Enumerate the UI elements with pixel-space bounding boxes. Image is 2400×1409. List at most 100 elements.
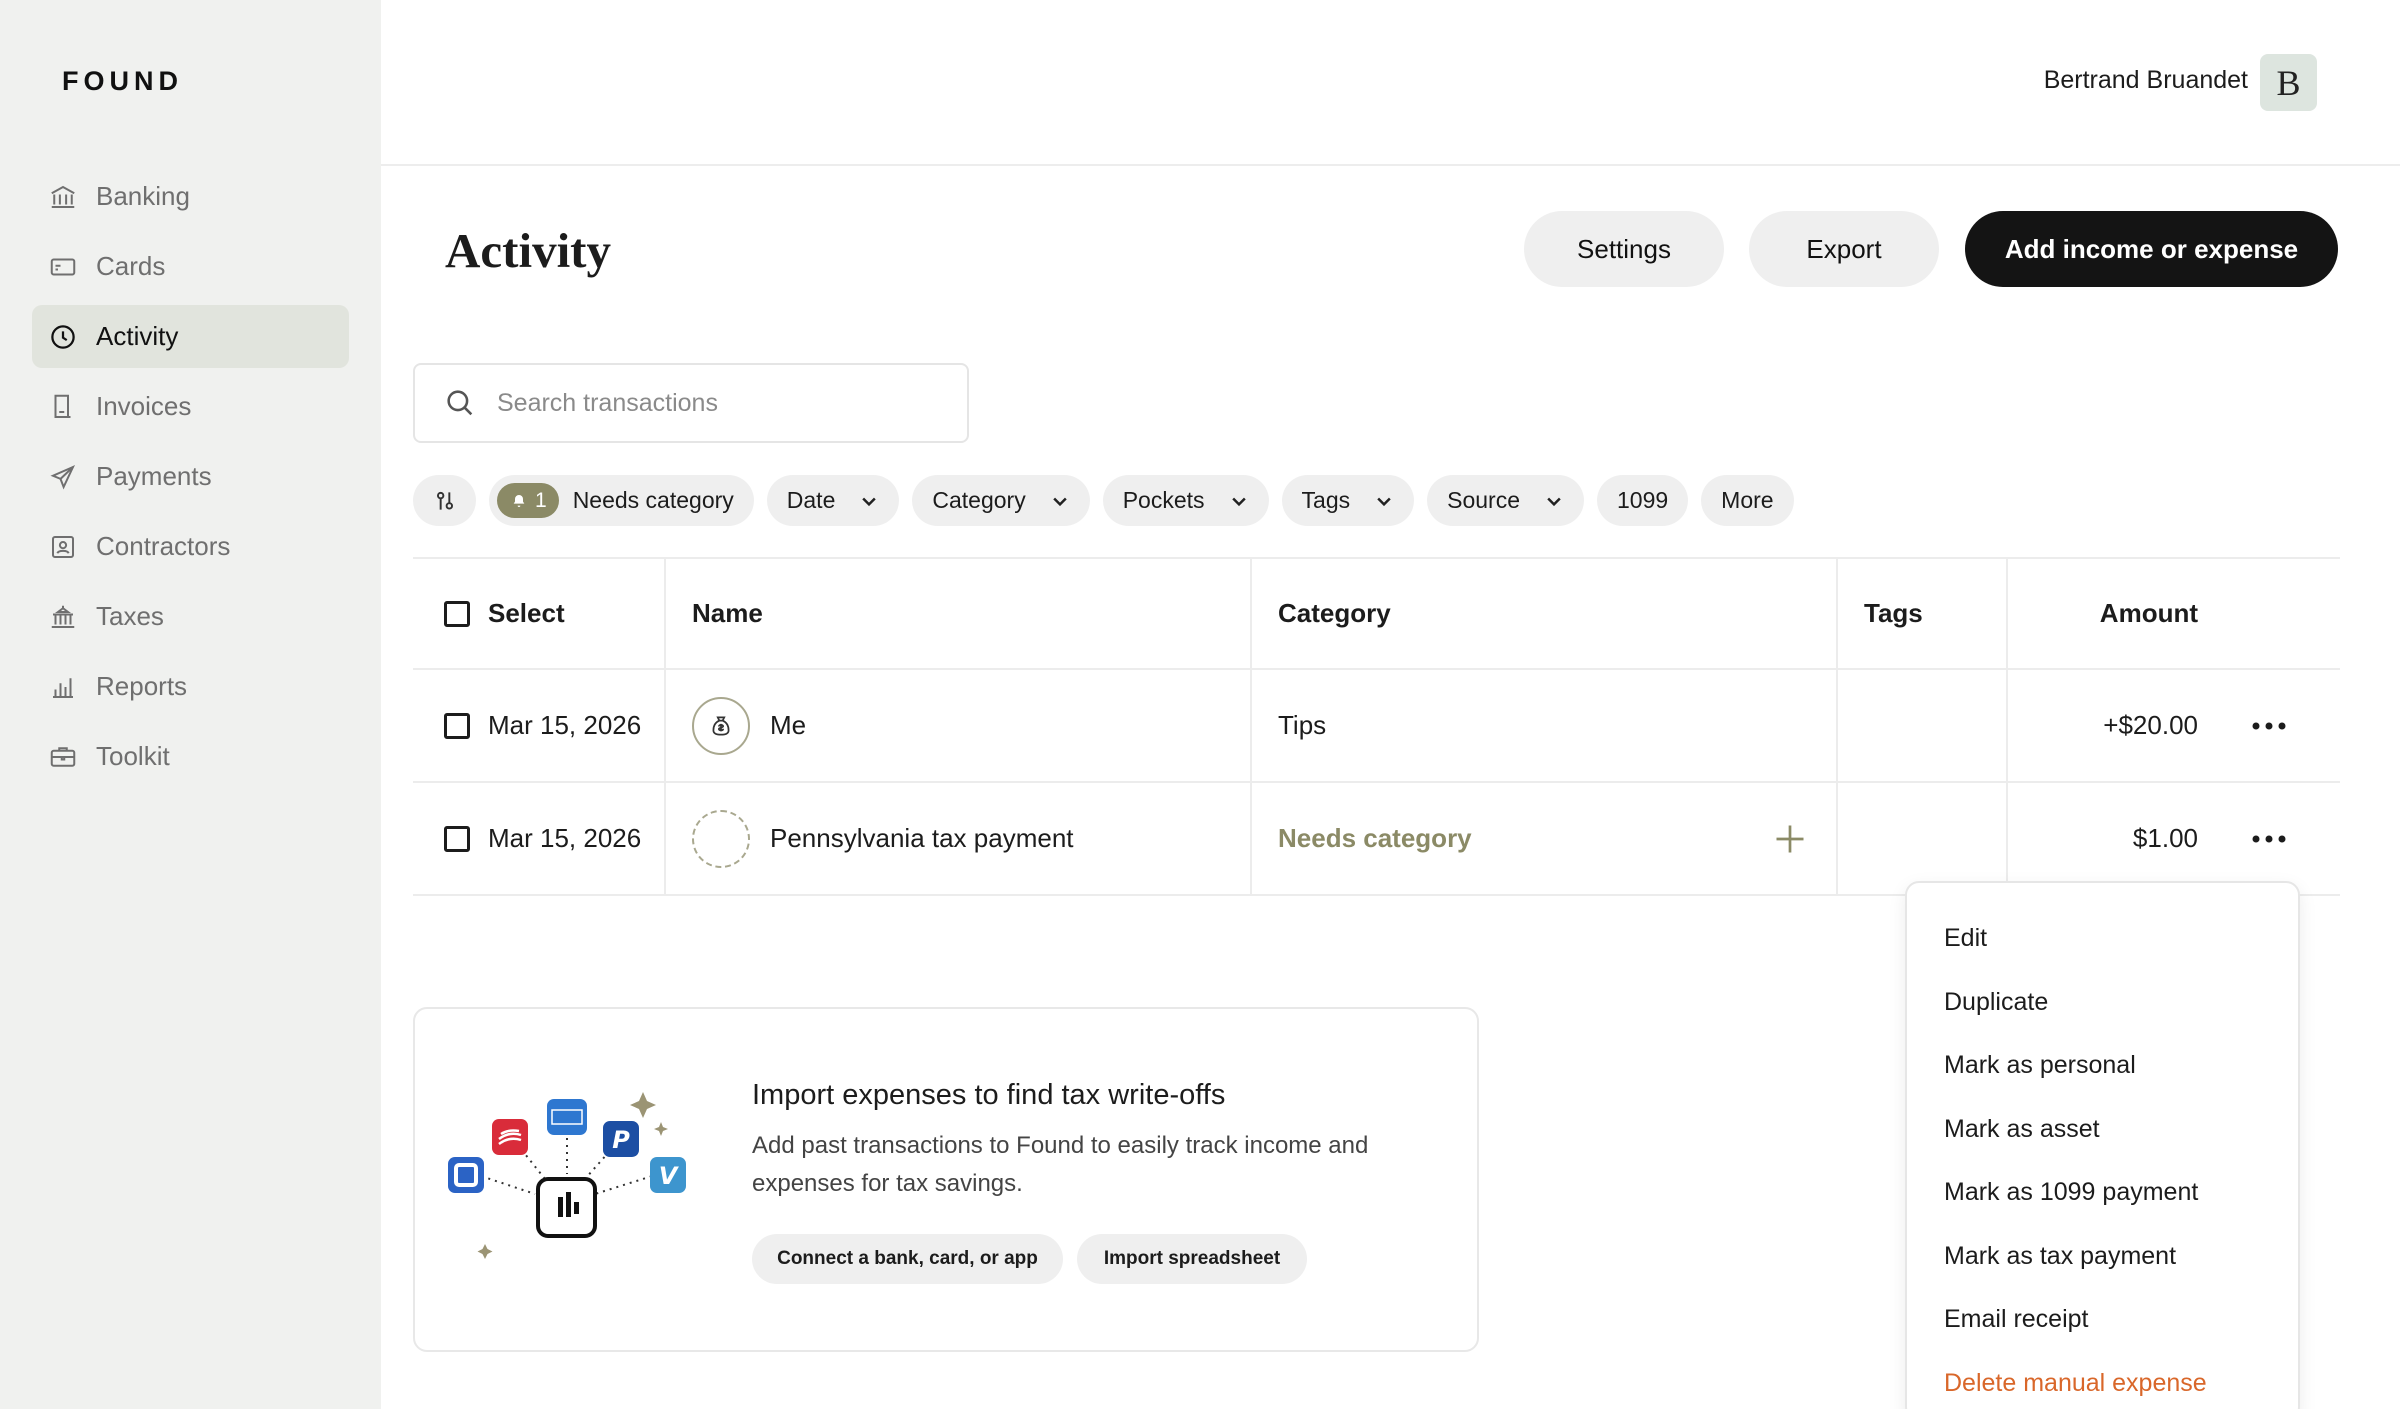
bank-logo-icon: [492, 1119, 528, 1155]
search-icon: [447, 390, 473, 416]
search-box[interactable]: [413, 363, 969, 443]
header-amount[interactable]: Amount: [2008, 559, 2198, 668]
row-date: Mar 15, 2026: [488, 710, 642, 740]
more-horizontal-icon[interactable]: [2251, 721, 2287, 731]
found-logo-icon: [536, 1177, 597, 1238]
import-spreadsheet-button[interactable]: Import spreadsheet: [1077, 1234, 1307, 1284]
filter-options-button[interactable]: [413, 475, 476, 526]
header-label: Select: [488, 598, 565, 628]
chevron-down-icon: [1547, 497, 1561, 506]
row-category-text: Tips: [1278, 710, 1327, 740]
send-icon: [50, 464, 76, 490]
needs-category-badge: 1: [497, 483, 559, 518]
sidebar-item-payments[interactable]: Payments: [32, 445, 349, 508]
menu-item-mark-personal[interactable]: Mark as personal: [1907, 1034, 2298, 1098]
filter-needs-category[interactable]: 1 Needs category: [489, 475, 754, 526]
sidebar-item-label: Banking: [96, 181, 190, 211]
settings-button[interactable]: Settings: [1524, 211, 1724, 287]
row-amount: $1.00: [2132, 823, 2198, 853]
header-name[interactable]: Name: [666, 559, 1252, 668]
sidebar-item-activity[interactable]: Activity: [32, 305, 349, 368]
import-expenses-card: P V Import expenses to find tax write-of…: [413, 1007, 1479, 1352]
sidebar-nav: Banking Cards Activity Invoices Payments…: [32, 165, 349, 795]
sidebar-item-label: Invoices: [96, 391, 192, 421]
menu-item-email-receipt[interactable]: Email receipt: [1907, 1288, 2298, 1352]
svg-text:P: P: [612, 1126, 630, 1154]
row-category[interactable]: Tips: [1252, 670, 1838, 781]
row-name-text: Pennsylvania tax payment: [770, 823, 1074, 853]
bell-icon: [513, 494, 525, 507]
name-avatar: [692, 696, 750, 755]
chevron-down-icon: [862, 497, 877, 506]
header-tags[interactable]: Tags: [1838, 559, 2008, 668]
sidebar-item-toolkit[interactable]: Toolkit: [32, 725, 349, 788]
sidebar-item-banking[interactable]: Banking: [32, 165, 349, 228]
sidebar-item-label: Cards: [96, 251, 166, 281]
sidebar-item-label: Taxes: [96, 601, 164, 631]
avatar[interactable]: B: [2260, 54, 2317, 111]
connect-account-button[interactable]: Connect a bank, card, or app: [752, 1234, 1063, 1284]
row-select: Mar 15, 2026: [413, 670, 666, 781]
menu-item-edit[interactable]: Edit: [1907, 907, 2298, 971]
sidebar-item-contractors[interactable]: Contractors: [32, 515, 349, 578]
bank-icon: [51, 185, 75, 208]
bar-chart-icon: [53, 677, 73, 698]
needs-category-count: 1: [535, 488, 547, 512]
user-name[interactable]: Bertrand Bruandet: [2044, 66, 2248, 95]
filter-label: More: [1721, 487, 1774, 513]
filter-label: Tags: [1301, 487, 1351, 513]
export-button[interactable]: Export: [1749, 211, 1939, 287]
sidebar-item-label: Payments: [96, 461, 212, 491]
menu-item-delete-expense[interactable]: Delete manual expense: [1907, 1352, 2298, 1409]
card-icon: [50, 258, 76, 275]
row-actions-menu: Edit Duplicate Mark as personal Mark as …: [1905, 881, 2300, 1409]
row-checkbox[interactable]: [444, 712, 470, 739]
page-title: Activity: [445, 223, 611, 278]
venmo-logo-icon: V: [650, 1157, 686, 1193]
brand-logo[interactable]: FOUND: [62, 66, 183, 97]
row-category[interactable]: Needs category: [1252, 783, 1838, 894]
table-row[interactable]: Mar 15, 2026 Pennsylvania tax payment Ne…: [413, 783, 2340, 896]
filter-pockets[interactable]: Pockets: [1102, 475, 1269, 526]
chevron-down-icon: [1052, 497, 1067, 506]
sidebar-item-taxes[interactable]: Taxes: [32, 585, 349, 648]
menu-item-duplicate[interactable]: Duplicate: [1907, 971, 2298, 1035]
table-row[interactable]: Mar 15, 2026 Me Tips +$20.00: [413, 670, 2340, 783]
government-icon: [51, 605, 75, 628]
row-amount: +$20.00: [2103, 710, 2198, 740]
add-category-plus-icon[interactable]: [1772, 821, 1808, 857]
filter-tags[interactable]: Tags: [1281, 475, 1415, 526]
filter-source[interactable]: Source: [1427, 475, 1584, 526]
table-header: Select Name Category Tags Amount: [413, 557, 2340, 670]
search-input[interactable]: [497, 388, 957, 418]
menu-item-mark-1099[interactable]: Mark as 1099 payment: [1907, 1161, 2298, 1225]
sparkle-icon: [477, 1244, 493, 1259]
import-description: Add past transactions to Found to easily…: [752, 1132, 1369, 1197]
filter-bar: 1 Needs category Date Category Pockets T…: [413, 475, 1807, 526]
row-tags[interactable]: [1838, 783, 2008, 894]
more-horizontal-icon[interactable]: [2251, 834, 2287, 844]
filter-category[interactable]: Category: [912, 475, 1090, 526]
briefcase-icon: [50, 746, 76, 767]
filter-1099[interactable]: 1099: [1597, 475, 1689, 526]
sidebar-item-cards[interactable]: Cards: [32, 235, 349, 298]
row-tags[interactable]: [1838, 670, 2008, 781]
sidebar-item-label: Toolkit: [96, 741, 170, 771]
sidebar-item-invoices[interactable]: Invoices: [32, 375, 349, 438]
row-actions: [2198, 783, 2340, 894]
filter-date[interactable]: Date: [766, 475, 900, 526]
money-bag-icon: [712, 715, 730, 736]
filter-more[interactable]: More: [1701, 475, 1794, 526]
select-all-checkbox[interactable]: [444, 600, 470, 627]
row-checkbox[interactable]: [444, 825, 470, 852]
add-income-expense-button[interactable]: Add income or expense: [1965, 211, 2338, 287]
menu-item-mark-tax-payment[interactable]: Mark as tax payment: [1907, 1225, 2298, 1289]
row-actions: [2198, 670, 2340, 781]
header-select[interactable]: Select: [413, 559, 666, 668]
menu-item-mark-asset[interactable]: Mark as asset: [1907, 1098, 2298, 1162]
row-name: Pennsylvania tax payment: [666, 783, 1252, 894]
import-title: Import expenses to find tax write-offs: [752, 1079, 1226, 1111]
sidebar-item-reports[interactable]: Reports: [32, 655, 349, 718]
header-category[interactable]: Category: [1252, 559, 1838, 668]
top-bar: Bertrand Bruandet B: [381, 0, 2400, 166]
